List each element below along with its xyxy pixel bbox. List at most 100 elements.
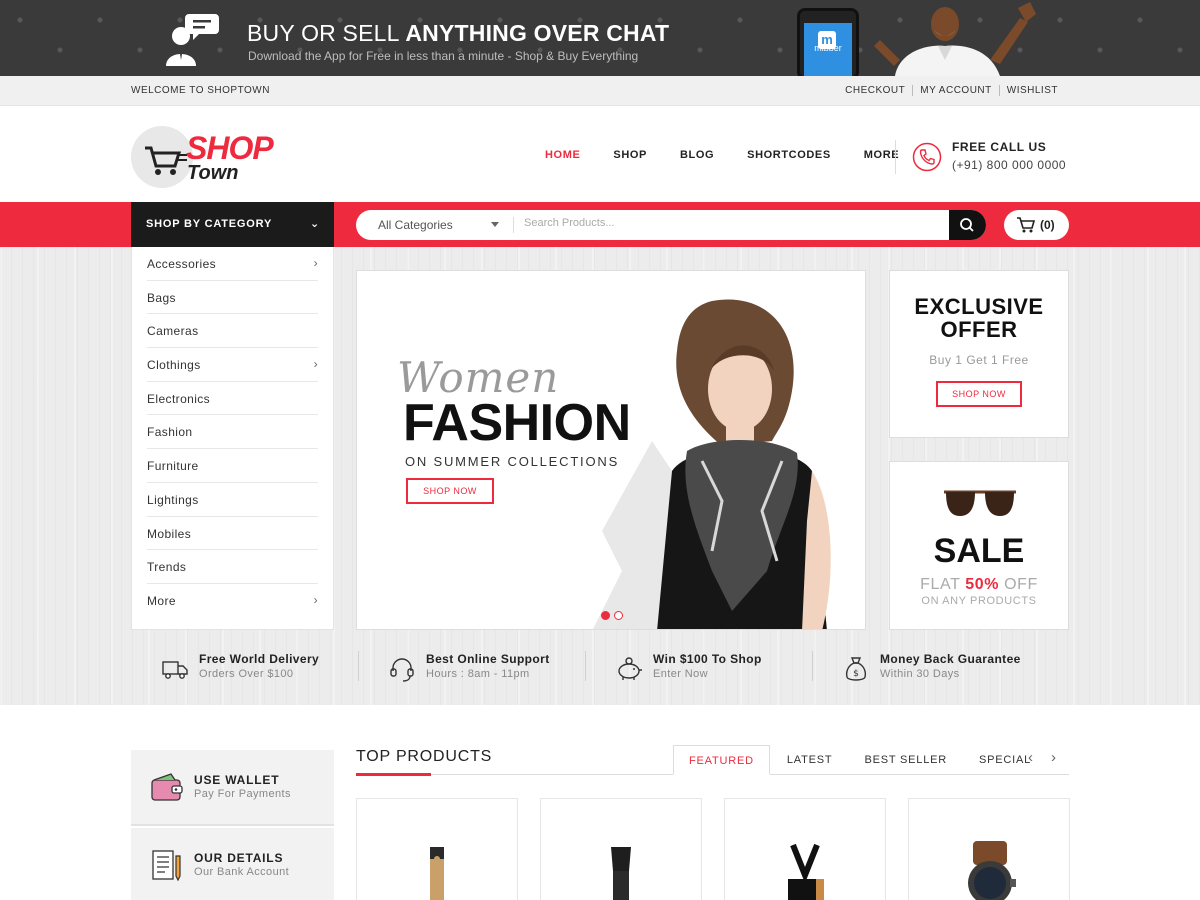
shop-by-category-button[interactable]: SHOP BY CATEGORY ⌄ <box>131 202 334 247</box>
category-label: Trends <box>147 560 187 575</box>
category-list: Accessories › Bags Cameras Clothings › Electro… <box>131 247 334 630</box>
category-label: More <box>147 593 176 608</box>
cart-count: (0) <box>1040 218 1055 232</box>
checkout-link[interactable]: CHECKOUT <box>838 85 912 96</box>
category-item[interactable]: Electronics <box>147 382 318 416</box>
product-card[interactable] <box>908 798 1070 900</box>
category-select[interactable]: All Categories <box>378 218 453 232</box>
slide-shop-now-button[interactable]: SHOP NOW <box>406 478 494 504</box>
category-item[interactable]: Bags <box>147 281 318 315</box>
site-logo[interactable]: SHOP Town <box>131 124 301 190</box>
top-products-title: TOP PRODUCTS <box>356 748 493 765</box>
search-input[interactable] <box>524 217 924 229</box>
document-pen-icon <box>152 850 181 882</box>
product-image <box>788 843 824 900</box>
category-label: Electronics <box>147 391 211 406</box>
category-item[interactable]: Fashion <box>147 415 318 450</box>
feature-title: Free World Delivery <box>199 652 320 666</box>
site-header: SHOP Town HOME SHOP BLOG SHORTCODES MORE… <box>0 106 1200 202</box>
main-nav: HOME SHOP BLOG SHORTCODES MORE <box>545 149 932 161</box>
sunglasses-icon <box>944 490 1016 516</box>
sale-banner[interactable]: SALE FLAT 50% OFF ON ANY PRODUCTS <box>889 461 1069 630</box>
category-item[interactable]: Mobiles <box>147 517 318 551</box>
chevron-right-icon[interactable]: › <box>1051 749 1056 766</box>
search-bar-strip: SHOP BY CATEGORY ⌄ All Categories (0) <box>0 202 1200 247</box>
category-button-label: SHOP BY CATEGORY <box>146 218 273 230</box>
feature-subtitle: Hours : 8am - 11pm <box>426 668 530 680</box>
category-label: Fashion <box>147 425 193 440</box>
category-item[interactable]: Lightings <box>147 483 318 517</box>
search-separator <box>513 217 514 233</box>
nav-shortcodes[interactable]: SHORTCODES <box>747 149 831 161</box>
product-card[interactable] <box>356 798 518 900</box>
wallet-subtitle: Pay For Payments <box>194 788 291 800</box>
tab-best-seller[interactable]: BEST SELLER <box>849 745 962 775</box>
exclusive-offer-banner[interactable]: EXCLUSIVE OFFER Buy 1 Get 1 Free SHOP NOW <box>889 270 1069 438</box>
slider-dot-2[interactable] <box>614 611 623 620</box>
nav-shop[interactable]: SHOP <box>613 149 647 161</box>
tab-featured[interactable]: FEATURED <box>673 745 770 775</box>
sale-title: SALE <box>933 532 1025 570</box>
product-card[interactable] <box>724 798 886 900</box>
utility-bar: WELCOME TO SHOPTOWN CHECKOUT MY ACCOUNT … <box>0 76 1200 106</box>
tab-latest[interactable]: LATEST <box>772 745 848 775</box>
account-links: CHECKOUT MY ACCOUNT WISHLIST <box>838 85 1065 96</box>
category-label: Bags <box>147 290 176 305</box>
category-label: Furniture <box>147 459 199 474</box>
fashion-model-image <box>593 299 831 629</box>
nav-more[interactable]: MORE <box>864 149 899 161</box>
category-item[interactable]: Cameras <box>147 314 318 349</box>
product-image <box>968 841 1016 900</box>
category-item[interactable]: Furniture <box>147 449 318 483</box>
my-account-link[interactable]: MY ACCOUNT <box>912 85 999 96</box>
hero-section: Accessories › Bags Cameras Clothings › Electro… <box>0 247 1200 705</box>
chat-user-icon <box>166 14 219 66</box>
category-item[interactable]: Trends <box>147 550 318 584</box>
search-button[interactable] <box>949 210 986 240</box>
chevron-right-icon: › <box>313 256 318 270</box>
app-phone-image: m mibber <box>797 8 859 76</box>
piggy-bank-icon <box>618 657 642 680</box>
nav-home[interactable]: HOME <box>545 149 580 161</box>
category-item[interactable]: Clothings › <box>147 348 318 382</box>
details-title: OUR DETAILS <box>194 851 284 865</box>
chevron-left-icon[interactable]: ‹ <box>1028 749 1033 766</box>
sale-discount: FLAT 50% OFF <box>920 576 1038 593</box>
product-image <box>430 847 444 900</box>
offer-shop-now-button[interactable]: SHOP NOW <box>936 381 1022 407</box>
our-details-promo[interactable]: OUR DETAILS Our Bank Account <box>131 828 334 900</box>
category-label: Clothings <box>147 358 201 373</box>
cart-icon <box>1017 217 1036 233</box>
feature-strip: Free World Delivery Orders Over $100 Bes… <box>131 647 1069 691</box>
category-label: Mobiles <box>147 526 192 541</box>
details-subtitle: Our Bank Account <box>194 866 290 878</box>
feature-money-back: $ Money Back Guarantee Within 30 Days <box>812 647 1039 691</box>
headset-icon <box>390 658 414 682</box>
category-item[interactable]: More › <box>147 584 318 618</box>
select-caret-icon <box>491 222 499 227</box>
phone-call-icon <box>912 142 942 172</box>
logo-town-text: Town <box>187 162 239 184</box>
category-item[interactable]: Accessories › <box>147 247 318 281</box>
use-wallet-promo[interactable]: USE WALLET Pay For Payments <box>131 750 334 826</box>
hero-slider[interactable]: Women FASHION ON SUMMER COLLECTIONS SHOP… <box>356 270 866 630</box>
phone-screen: m mibber <box>804 23 852 76</box>
cart-button[interactable]: (0) <box>1004 210 1069 240</box>
feature-subtitle: Orders Over $100 <box>199 668 294 680</box>
category-label: Lightings <box>147 492 199 507</box>
slider-dot-1[interactable] <box>601 611 610 620</box>
call-number[interactable]: (+91) 800 000 0000 <box>952 158 1066 172</box>
wallet-title: USE WALLET <box>194 773 280 787</box>
category-label: Cameras <box>147 324 199 339</box>
sale-note: ON ANY PRODUCTS <box>921 595 1037 607</box>
wishlist-link[interactable]: WISHLIST <box>998 85 1065 96</box>
nav-blog[interactable]: BLOG <box>680 149 714 161</box>
chevron-right-icon: › <box>313 357 318 372</box>
product-card[interactable] <box>540 798 702 900</box>
feature-subtitle: Enter Now <box>653 668 708 680</box>
promo-subtitle: Download the App for Free in less than a… <box>248 49 639 63</box>
promo-banner[interactable]: BUY OR SELL ANYTHING OVER CHAT Download … <box>0 0 1200 76</box>
product-tabs: FEATURED LATEST BEST SELLER SPECIAL <box>673 745 1048 775</box>
feature-support: Best Online Support Hours : 8am - 11pm <box>358 647 585 691</box>
product-image <box>611 847 631 900</box>
